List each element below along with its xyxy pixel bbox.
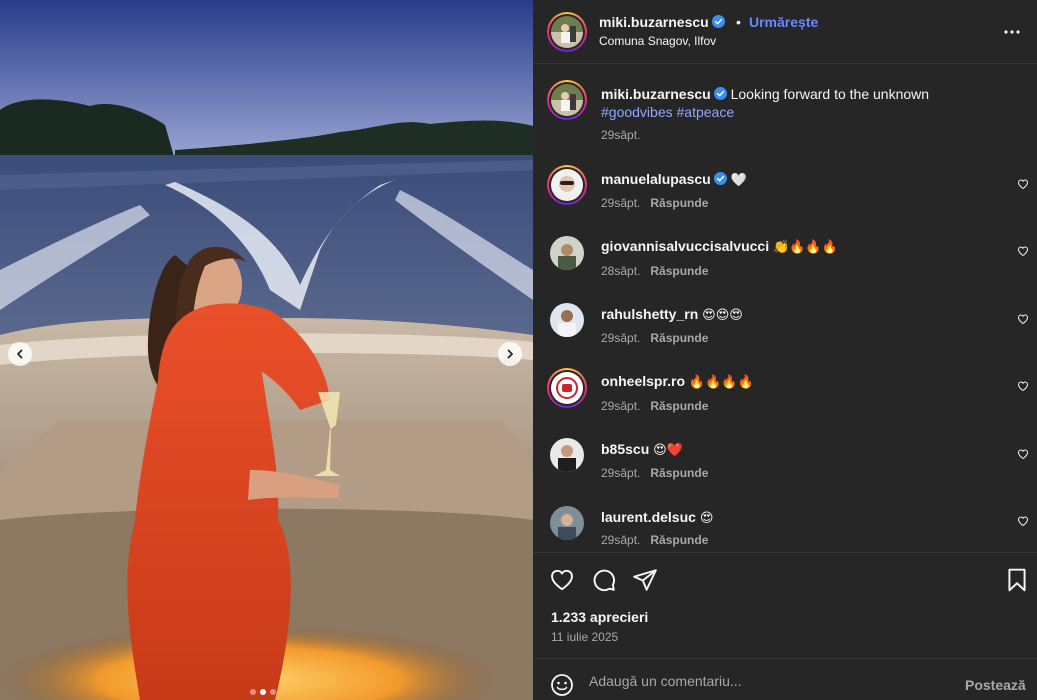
post-comment-button[interactable]: Postează: [965, 677, 1026, 693]
comment-meta: 29săpt. Răspunde: [601, 466, 708, 480]
comment-body: 😍❤️: [653, 443, 683, 458]
avatar: [551, 372, 583, 404]
more-horizontal-icon[interactable]: [1003, 20, 1021, 44]
likes-count[interactable]: 1.233 aprecieri: [551, 609, 648, 625]
reply-button[interactable]: Răspunde: [650, 264, 708, 278]
caption-text: miki.buzarnescu Looking forward to the u…: [601, 85, 1021, 121]
comment-time: 29săpt.: [601, 331, 641, 345]
avatar[interactable]: [550, 438, 584, 472]
author-avatar-ring[interactable]: [547, 12, 587, 52]
like-comment-heart-icon[interactable]: [1017, 515, 1029, 527]
comment-composer: Postează: [533, 658, 1037, 700]
caption-time: 29săpt.: [601, 128, 641, 142]
comment-avatar-ring[interactable]: [547, 165, 587, 205]
like-comment-heart-icon[interactable]: [1017, 178, 1029, 190]
comment-time: 29săpt.: [601, 399, 641, 413]
like-comment-heart-icon[interactable]: [1017, 448, 1029, 460]
comment-body: 😍: [699, 511, 714, 526]
comment-body: 😍😍😍: [702, 308, 743, 323]
reply-button[interactable]: Răspunde: [650, 533, 708, 547]
carousel-dot: [270, 689, 276, 695]
comment-avatar-ring[interactable]: [547, 368, 587, 408]
comment-body: 🤍: [730, 173, 747, 188]
verified-badge-icon: [713, 172, 727, 185]
chevron-right-icon: [507, 349, 513, 359]
comment-text: laurent.delsuc 😍: [601, 508, 1021, 528]
author-username-text[interactable]: miki.buzarnescu: [599, 14, 709, 30]
comment-username[interactable]: laurent.delsuc: [601, 509, 696, 525]
comment-username[interactable]: onheelspr.ro: [601, 373, 685, 389]
comment-text: b85scu 😍❤️: [601, 440, 1021, 460]
comment-text: rahulshetty_rn 😍😍😍: [601, 305, 1021, 325]
comment-body: 👏🔥🔥🔥: [772, 240, 838, 255]
carousel-prev-button[interactable]: [8, 342, 32, 366]
post-photo[interactable]: [0, 0, 533, 700]
verified-badge-icon: [711, 15, 725, 28]
comment-text: manuelalupascu 🤍: [601, 170, 1021, 190]
caption-body: Looking forward to the unknown: [730, 86, 930, 102]
carousel-next-button[interactable]: [498, 342, 522, 366]
comment-time: 29săpt.: [601, 196, 641, 210]
reply-button[interactable]: Răspunde: [650, 331, 708, 345]
comment-body: 🔥🔥🔥🔥: [688, 375, 754, 390]
header-separator: •: [736, 14, 741, 30]
avatar[interactable]: [550, 303, 584, 337]
avatar: [551, 84, 583, 116]
avatar: [551, 169, 583, 201]
post-date: 11 iulie 2025: [551, 630, 619, 644]
author-username[interactable]: miki.buzarnescu: [599, 14, 725, 30]
reply-button[interactable]: Răspunde: [650, 466, 708, 480]
comment-username[interactable]: b85scu: [601, 441, 649, 457]
comment-username[interactable]: manuelalupascu: [601, 171, 711, 187]
caption-username[interactable]: miki.buzarnescu: [601, 86, 711, 102]
carousel-dot-active: [260, 689, 266, 695]
location-link[interactable]: Comuna Snagov, Ilfov: [599, 34, 716, 48]
like-heart-icon[interactable]: [549, 567, 575, 593]
emoji-picker-icon[interactable]: [550, 673, 574, 697]
comment-bubble-icon[interactable]: [591, 567, 617, 593]
comment-text: giovannisalvuccisalvucci 👏🔥🔥🔥: [601, 237, 1021, 257]
comment-meta: 29săpt. Răspunde: [601, 196, 708, 210]
carousel-dots: [250, 689, 276, 695]
comment-meta: 29săpt. Răspunde: [601, 331, 708, 345]
comments-list[interactable]: miki.buzarnescu Looking forward to the u…: [533, 64, 1037, 552]
verified-badge-icon: [713, 87, 727, 100]
avatar[interactable]: [550, 506, 584, 540]
reply-button[interactable]: Răspunde: [650, 399, 708, 413]
comment-meta: 28săpt. Răspunde: [601, 264, 708, 278]
comment-time: 29săpt.: [601, 466, 641, 480]
boat-photo: [0, 0, 533, 700]
caption-hashtags[interactable]: #goodvibes #atpeace: [601, 104, 734, 120]
follow-button[interactable]: Urmărește: [749, 14, 818, 30]
save-bookmark-icon[interactable]: [1004, 567, 1030, 593]
like-comment-heart-icon[interactable]: [1017, 313, 1029, 325]
comment-username[interactable]: rahulshetty_rn: [601, 306, 698, 322]
carousel-dot: [250, 689, 256, 695]
comment-time: 29săpt.: [601, 533, 641, 547]
share-send-icon[interactable]: [632, 567, 658, 593]
comment-time: 28săpt.: [601, 264, 641, 278]
comment-input[interactable]: [589, 669, 949, 693]
like-comment-heart-icon[interactable]: [1017, 380, 1029, 392]
chevron-left-icon: [17, 349, 23, 359]
comment-meta: 29săpt. Răspunde: [601, 533, 708, 547]
like-comment-heart-icon[interactable]: [1017, 245, 1029, 257]
comment-text: onheelspr.ro 🔥🔥🔥🔥: [601, 372, 1021, 392]
comment-meta: 29săpt. Răspunde: [601, 399, 708, 413]
post-panel: miki.buzarnescu • Urmărește Comuna Snago…: [533, 0, 1037, 700]
instagram-post: miki.buzarnescu • Urmărește Comuna Snago…: [0, 0, 1037, 700]
post-actions: 1.233 aprecieri 11 iulie 2025: [533, 552, 1037, 660]
post-header: miki.buzarnescu • Urmărește Comuna Snago…: [533, 0, 1037, 64]
comment-username[interactable]: giovannisalvuccisalvucci: [601, 238, 769, 254]
reply-button[interactable]: Răspunde: [650, 196, 708, 210]
avatar[interactable]: [550, 236, 584, 270]
caption-avatar-ring[interactable]: [547, 80, 587, 120]
avatar: [551, 16, 583, 48]
